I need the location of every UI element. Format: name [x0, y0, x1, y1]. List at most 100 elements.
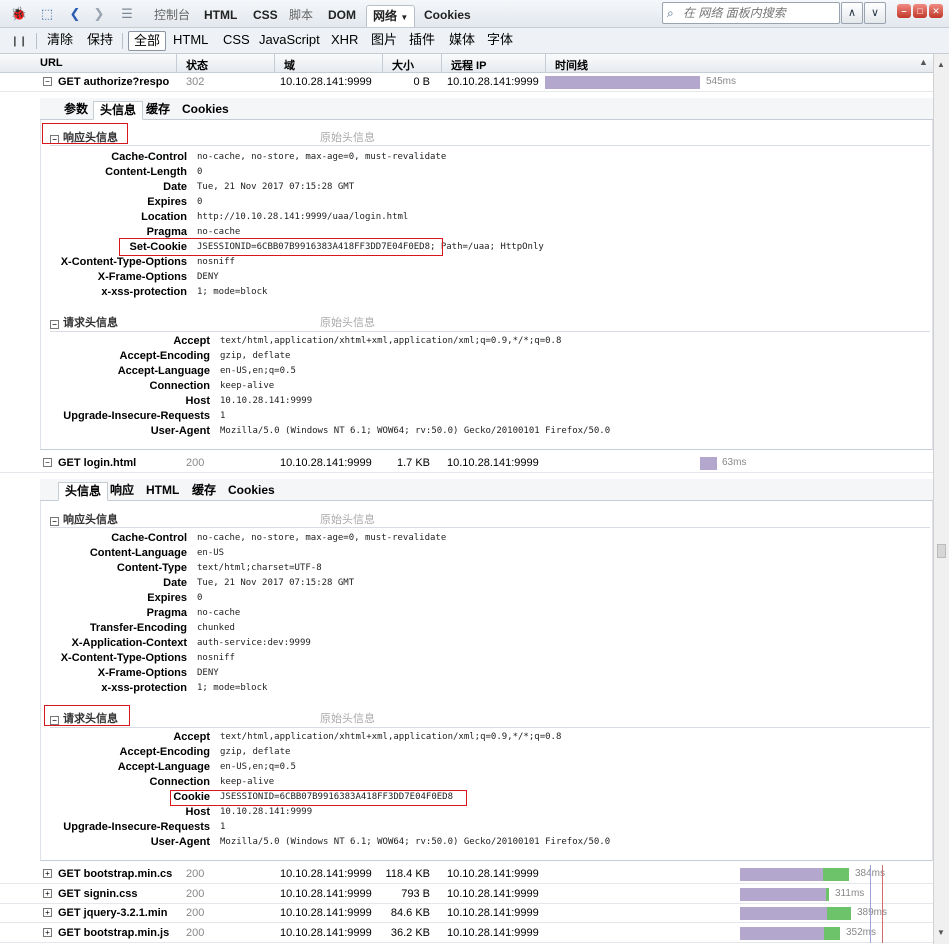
raw-headers-link[interactable]: 原始头信息 [320, 710, 375, 726]
response-headers-section[interactable]: − 响应头信息 [50, 511, 118, 527]
header-key: Location [141, 211, 187, 223]
filter-javascript[interactable]: JavaScript [254, 31, 325, 51]
section-title: 响应头信息 [63, 514, 118, 526]
header-value: Tue, 21 Nov 2017 07:15:28 GMT [197, 182, 355, 192]
timeline-bar[interactable] [700, 457, 717, 470]
request-row[interactable]: + GET jquery-3.2.1.min 200 10.10.28.141:999… [0, 904, 933, 923]
scroll-thumb[interactable] [937, 544, 946, 558]
filter-xhr[interactable]: XHR [326, 31, 363, 51]
collapse-icon[interactable]: − [43, 458, 52, 467]
col-status[interactable]: 状态 [186, 57, 208, 73]
tab-console[interactable]: 控制台 [150, 5, 194, 27]
highlight-box [170, 790, 467, 806]
timeline-receive-bar [823, 868, 849, 881]
highlight-box [119, 238, 443, 256]
filter-all[interactable]: 全部 [128, 31, 167, 51]
tab-cookies[interactable]: Cookies [420, 5, 475, 27]
raw-headers-link[interactable]: 原始头信息 [320, 314, 375, 330]
col-domain[interactable]: 域 [284, 57, 295, 73]
expand-icon[interactable]: + [43, 888, 52, 898]
raw-headers-link[interactable]: 原始头信息 [320, 511, 375, 527]
request-row[interactable]: + GET bootstrap.min.cs 200 10.10.28.141:999… [0, 865, 933, 884]
header-key: User-Agent [150, 425, 210, 437]
request-row[interactable]: − GET authorize?respo 302 10.10.28.141:9… [0, 73, 933, 92]
tab-headers[interactable]: 头信息 [93, 101, 144, 120]
forward-arrow-icon[interactable]: ❯ [90, 5, 108, 23]
tab-html[interactable]: HTML [140, 482, 185, 501]
raw-headers-link[interactable]: 原始头信息 [320, 129, 375, 145]
request-headers-section[interactable]: − 请求头信息 [50, 314, 118, 330]
sort-up-icon[interactable]: ▲ [919, 57, 928, 67]
detail-tabs: 参数 头信息 缓存 Cookies [40, 98, 933, 120]
search-next-button[interactable]: ∨ [864, 2, 886, 24]
request-row[interactable]: + GET signin.css 200 10.10.28.141:9999 793 B… [0, 884, 933, 904]
filter-fonts[interactable]: 字体 [482, 31, 518, 51]
collapse-icon[interactable]: − [50, 320, 59, 329]
expand-icon[interactable]: + [43, 908, 52, 917]
xhr-breakpoint-icon[interactable]: ❙❙ [10, 32, 28, 50]
col-size[interactable]: 大小 [392, 57, 414, 73]
timeline-bar[interactable] [740, 868, 823, 881]
request-row[interactable]: + GET bootstrap.min.js 200 10.10.28.141:999… [0, 923, 933, 943]
expand-icon[interactable]: + [43, 927, 52, 937]
filter-images[interactable]: 图片 [366, 31, 402, 51]
tab-html[interactable]: HTML [200, 5, 241, 27]
back-arrow-icon[interactable]: ❮ [66, 5, 84, 23]
request-time: 545ms [706, 76, 737, 87]
search-box[interactable]: ⌕ [662, 2, 840, 24]
col-url[interactable]: URL [40, 57, 63, 69]
tab-cookies[interactable]: Cookies [222, 482, 281, 501]
col-remote-ip[interactable]: 远程 IP [451, 57, 486, 73]
header-value: en-US,en;q=0.5 [220, 762, 296, 772]
timeline-bar[interactable] [740, 926, 824, 940]
tab-cookies[interactable]: Cookies [176, 101, 235, 120]
minimize-icon[interactable]: – [897, 4, 911, 18]
collapse-icon[interactable]: − [43, 77, 52, 86]
divider [274, 54, 275, 73]
timeline-bar[interactable] [740, 907, 827, 920]
tab-script[interactable]: 脚本 [285, 5, 317, 27]
persist-button[interactable]: 保持 [82, 31, 118, 51]
search-prev-button[interactable]: ∧ [841, 2, 863, 24]
tab-cache[interactable]: 缓存 [186, 482, 222, 501]
timeline-load-marker [882, 865, 883, 943]
close-icon[interactable]: ✕ [929, 4, 943, 18]
timeline-bar[interactable] [740, 887, 826, 901]
search-input[interactable] [683, 5, 833, 21]
header-value: 0 [197, 593, 203, 603]
tab-css[interactable]: CSS [249, 5, 282, 27]
filter-media[interactable]: 媒体 [444, 31, 480, 51]
filter-plugins[interactable]: 插件 [404, 31, 440, 51]
filter-css[interactable]: CSS [218, 31, 255, 51]
tab-params[interactable]: 参数 [58, 101, 94, 120]
tab-dom[interactable]: DOM [324, 5, 360, 27]
col-timeline[interactable]: 时间线 [555, 57, 588, 73]
vertical-scrollbar[interactable]: ▲ ▼ [933, 54, 949, 944]
command-line-icon[interactable]: ☰ [118, 5, 136, 23]
header-key: Upgrade-Insecure-Requests [63, 410, 210, 422]
header-key: Expires [147, 592, 187, 604]
section-title: 请求头信息 [63, 317, 118, 329]
timeline-bar[interactable] [545, 76, 700, 89]
tab-response[interactable]: 响应 [104, 482, 140, 501]
scroll-down-icon[interactable]: ▼ [937, 928, 945, 937]
scroll-up-icon[interactable]: ▲ [937, 60, 945, 69]
request-row[interactable]: − GET login.html 200 10.10.28.141:9999 1… [0, 454, 933, 473]
inspect-icon[interactable]: ⬚ [38, 5, 56, 23]
detail-tabs: 头信息 响应 HTML 缓存 Cookies [40, 479, 933, 501]
divider [176, 54, 177, 73]
header-value: 0 [197, 197, 203, 207]
tab-cache[interactable]: 缓存 [140, 101, 176, 120]
detach-icon[interactable]: □ [913, 4, 927, 18]
firebug-icon[interactable]: 🐞 [10, 5, 28, 23]
tab-network[interactable]: 网络 ▼ [366, 5, 416, 27]
request-domain: 10.10.28.141:9999 [280, 926, 372, 939]
tab-headers[interactable]: 头信息 [58, 482, 109, 501]
filter-html[interactable]: HTML [168, 31, 213, 51]
request-url: GET signin.css [58, 887, 138, 900]
expand-icon[interactable]: + [43, 869, 52, 878]
collapse-icon[interactable]: − [50, 517, 59, 526]
header-key: x-xss-protection [101, 286, 187, 298]
clear-button[interactable]: 清除 [42, 31, 78, 51]
divider [122, 33, 123, 49]
